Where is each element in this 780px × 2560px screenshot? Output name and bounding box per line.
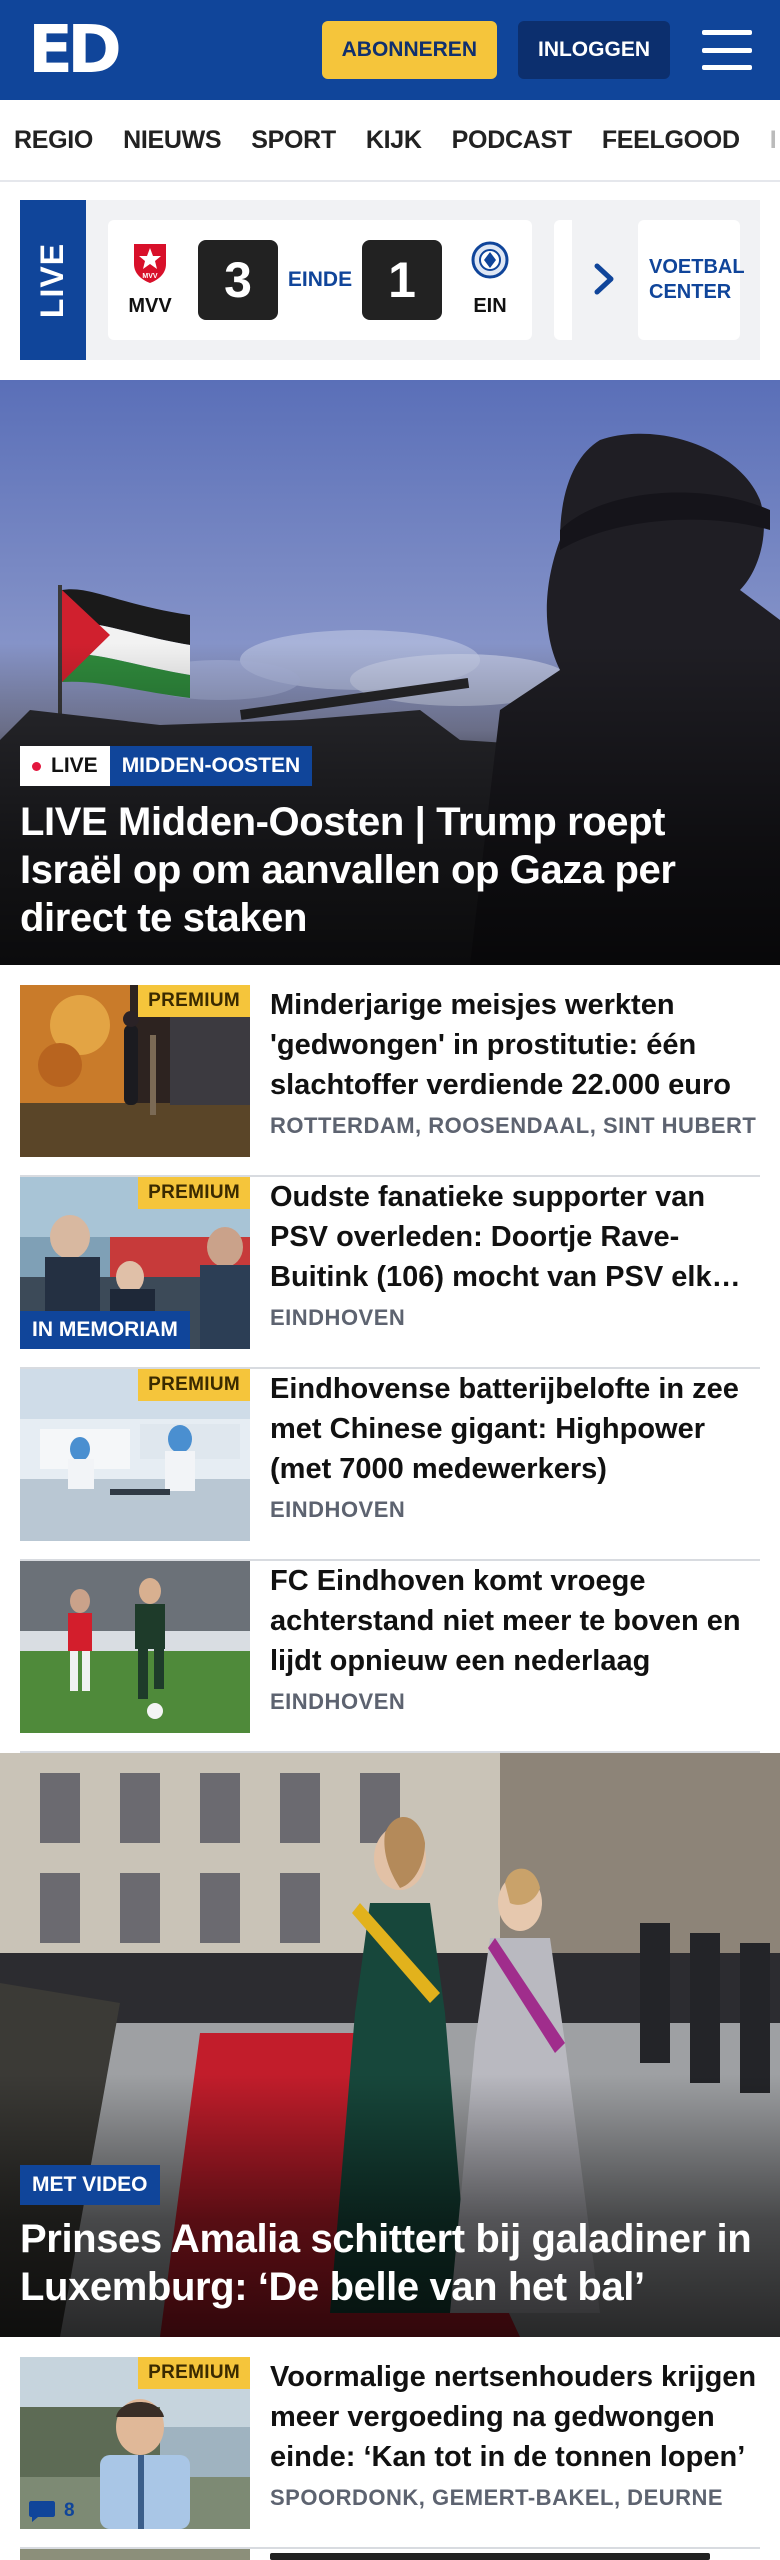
voetbal-center-label: VOETBAL CENTER [649,256,745,303]
next-article-headline-partial [270,2553,710,2560]
premium-badge: PREMIUM [138,2357,250,2389]
hero-title[interactable]: LIVE Midden-Oosten | Trump roept Israël … [20,798,750,942]
hamburger-icon[interactable] [702,30,752,70]
chevron-right-icon[interactable] [592,262,616,296]
voetbal-center-button[interactable]: VOETBAL CENTER [638,220,745,340]
live-dot-icon [32,761,41,771]
nav-item-regio[interactable]: REGIO [14,126,93,155]
comment-bubble-icon [29,2501,55,2522]
match-status: EINDE [287,268,353,291]
top-bar: ED ABONNEREN INLOGGEN [0,0,780,100]
away-score: 1 [362,240,442,320]
article-thumbnail: PREMIUM IN MEMORIAM [20,1177,250,1349]
article-location: EINDHOVEN [270,1689,406,1714]
nav-item-nieuws[interactable]: NIEUWS [123,126,222,155]
section-nav: REGIO NIEUWS SPORT KIJK PODCAST FEELGOOD… [0,100,780,182]
next-article-partial[interactable] [20,2549,760,2560]
nav-item-kijk[interactable]: KIJK [366,126,422,155]
comment-count[interactable]: 8 [28,2499,75,2523]
login-button[interactable]: INLOGGEN [517,21,670,79]
svg-text:MVV: MVV [142,273,158,280]
home-score: 3 [198,240,278,320]
article-location: EINDHOVEN [270,1497,406,1522]
article-item[interactable]: PREMIUM Minderjarige meisjes werkten 'ge… [20,985,760,1177]
article-item[interactable]: PREMIUM Eindhovense batterijbelofte in z… [20,1369,760,1561]
article-item[interactable]: PREMIUM 8 Voormalige nertsenhouders krij… [20,2357,760,2549]
feature-title[interactable]: Prinses Amalia schittert bij galadiner i… [20,2215,760,2311]
live-tag-label: LIVE [34,242,71,318]
premium-badge: PREMIUM [138,1369,250,1401]
article-headline[interactable]: Eindhovense batterijbelofte in zee met C… [270,1369,760,1489]
article-thumbnail: PREMIUM [20,1369,250,1541]
article-headline[interactable]: Oudste fanatieke supporter van PSV overl… [270,1177,760,1297]
away-team: EIN [460,240,520,318]
nav-item-partial[interactable]: I [770,126,777,155]
article-thumbnail [20,1561,250,1733]
feature-article[interactable]: MET VIDEO Prinses Amalia schittert bij g… [0,1753,780,2337]
away-team-abbr: EIN [473,295,507,317]
article-headline[interactable]: Voormalige nertsenhouders krijgen meer v… [270,2357,760,2477]
article-item[interactable]: PREMIUM IN MEMORIAM Oudste fanatieke sup… [20,1177,760,1369]
video-badge: MET VIDEO [20,2165,160,2205]
nav-item-sport[interactable]: SPORT [251,126,336,155]
hero-labels: LIVE MIDDEN-OOSTEN [20,746,313,786]
comment-count-label: 8 [64,2500,75,2521]
article-item[interactable]: FC Eindhoven komt vroege achterstand nie… [20,1561,760,1753]
match-card[interactable]: MVV MVV 3 EINDE 1 EIN [108,220,532,340]
next-article-thumbnail [20,2549,250,2560]
article-thumbnail: PREMIUM [20,985,250,1157]
live-badge-label: LIVE [51,754,98,777]
article-location: EINDHOVEN [270,1305,406,1330]
article-location: SPOORDONK, GEMERT-BAKEL, DEURNE [270,2485,724,2510]
home-team-abbr: MVV [128,295,172,317]
premium-badge: PREMIUM [138,1177,250,1209]
subscribe-button[interactable]: ABONNEREN [321,21,497,79]
article-location: ROTTERDAM, ROOSENDAAL, SINT HUBERT [270,1113,757,1138]
article-headline[interactable]: FC Eindhoven komt vroege achterstand nie… [270,1561,760,1681]
feature-labels: MET VIDEO [20,2165,160,2205]
site-logo[interactable]: ED [28,17,122,83]
nav-item-feelgood[interactable]: FEELGOOD [602,126,740,155]
live-tag: LIVE [20,200,86,360]
live-scores-strip: LIVE MVV MVV 3 EINDE 1 EIN VOETBAL CENTE… [20,200,760,360]
category-badge: MIDDEN-OOSTEN [109,746,313,786]
live-badge: LIVE [20,746,110,786]
in-memoriam-badge: IN MEMORIAM [20,1311,190,1349]
next-match-card-partial[interactable] [554,220,572,340]
premium-badge: PREMIUM [138,985,250,1017]
article-headline[interactable]: Minderjarige meisjes werkten 'gedwongen'… [270,985,760,1105]
nav-item-podcast[interactable]: PODCAST [452,126,572,155]
mvv-crest-icon: MVV [134,244,166,283]
fc-eindhoven-crest-icon [471,241,509,279]
article-thumbnail: PREMIUM 8 [20,2357,250,2529]
home-team: MVV MVV [120,240,180,318]
hero-article[interactable]: LIVE MIDDEN-OOSTEN LIVE Midden-Oosten | … [0,380,780,965]
